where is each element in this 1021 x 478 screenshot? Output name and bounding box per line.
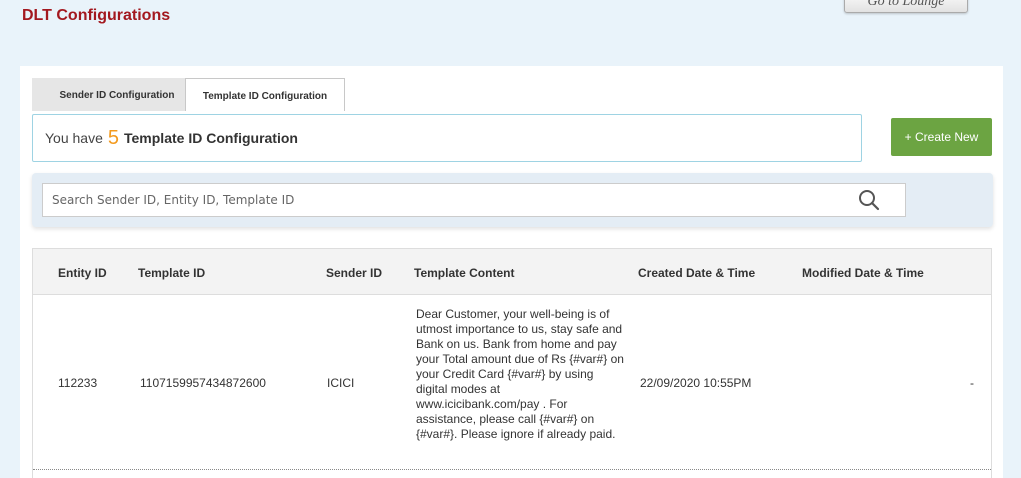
page-title: DLT Configurations bbox=[22, 7, 171, 24]
template-count-summary: You have 5 Template ID Configuration bbox=[32, 114, 862, 162]
column-header-sender-id: Sender ID bbox=[326, 266, 383, 280]
search-bar bbox=[32, 173, 993, 227]
summary-suffix: Template ID Configuration bbox=[124, 130, 298, 146]
summary-prefix: You have bbox=[45, 130, 103, 146]
column-header-template-id: Template ID bbox=[138, 266, 206, 280]
search-icon[interactable] bbox=[858, 189, 880, 211]
sender-id-cell: ICICI bbox=[327, 376, 355, 390]
template-content-cell: Dear Customer, your well-being is of utm… bbox=[416, 307, 624, 441]
column-header-created-date: Created Date & Time bbox=[638, 266, 756, 280]
template-id-cell: 1107159957434872600 bbox=[140, 376, 266, 390]
create-new-button[interactable]: + Create New bbox=[891, 118, 992, 156]
template-count: 5 bbox=[107, 126, 119, 149]
search-input[interactable] bbox=[42, 183, 906, 217]
go-to-lounge-button[interactable]: Go to Lounge bbox=[844, 0, 968, 13]
tab-label: Sender ID Configuration bbox=[59, 90, 175, 101]
column-header-modified-date: Modified Date & Time bbox=[802, 266, 924, 280]
entity-id-cell: 112233 bbox=[58, 376, 98, 390]
created-date-cell: 22/09/2020 10:55PM bbox=[640, 376, 752, 390]
row-divider bbox=[33, 469, 991, 470]
column-header-entity-id: Entity ID bbox=[58, 266, 107, 280]
table-header: Entity ID Template ID Sender ID Template… bbox=[33, 249, 991, 295]
template-table: Entity ID Template ID Sender ID Template… bbox=[32, 248, 992, 478]
modified-date-cell: - bbox=[970, 376, 974, 390]
tab-label: Template ID Configuration bbox=[202, 91, 328, 102]
column-header-template-content: Template Content bbox=[414, 266, 515, 280]
tab-sender-id-configuration[interactable]: Sender ID Configuration bbox=[32, 78, 202, 111]
main-panel: Sender ID Configuration Template ID Conf… bbox=[20, 66, 1003, 478]
tab-template-id-configuration[interactable]: Template ID Configuration bbox=[185, 78, 345, 111]
